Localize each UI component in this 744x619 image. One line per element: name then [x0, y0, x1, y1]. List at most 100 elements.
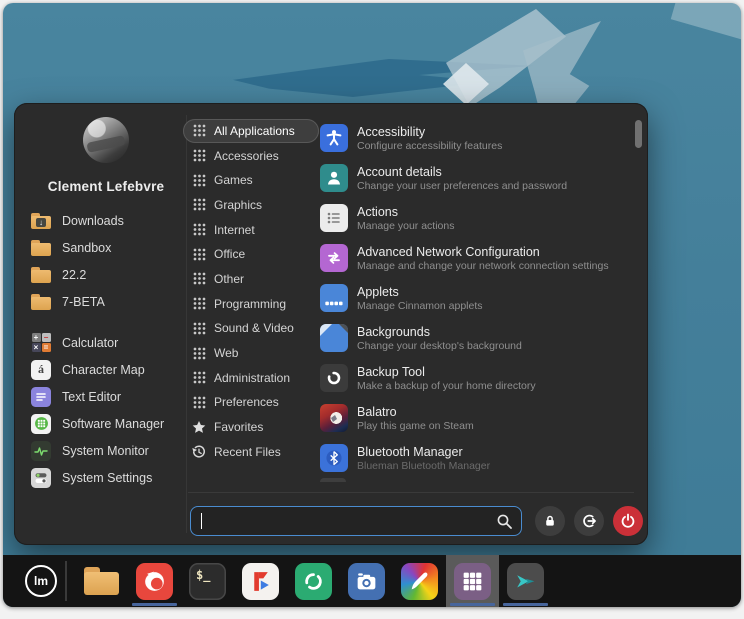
category-item[interactable]: Other	[183, 267, 319, 291]
mint-logo-icon: lm	[25, 565, 57, 597]
paint-app-button[interactable]	[393, 555, 446, 607]
category-label: Other	[214, 272, 244, 286]
desktop: Clement Lefebvre ↓ Downloads Sandbox	[3, 3, 741, 607]
application-description: Change your user preferences and passwor…	[357, 180, 567, 192]
category-item[interactable]: Web	[183, 341, 319, 365]
bluetooth-icon	[320, 444, 348, 472]
sidebar-item-label: 7-BETA	[62, 295, 105, 309]
app-grid-button[interactable]	[446, 555, 499, 607]
sidebar-place-item[interactable]: ↓ Downloads	[14, 207, 186, 234]
power-button[interactable]	[613, 506, 643, 536]
sidebar-place-item[interactable]: Sandbox	[14, 234, 186, 261]
Bluetooth Manager[interactable]: Bluetooth Manager Blueman Bluetooth Mana…	[320, 438, 644, 478]
application-name: Bluetooth Manager	[357, 445, 490, 459]
application-name: Backgrounds	[357, 325, 522, 339]
lock-button[interactable]	[535, 506, 565, 536]
sidebar-place-item[interactable]: 22.2	[14, 261, 186, 288]
account-details-icon	[320, 164, 348, 192]
app-grid-dots-icon	[192, 297, 206, 310]
Accessibility[interactable]: Accessibility Configure accessibility fe…	[320, 118, 644, 158]
category-label: Programming	[214, 297, 286, 311]
Backgrounds[interactable]: Backgrounds Change your desktop's backgr…	[320, 318, 644, 358]
power-icon	[620, 513, 636, 529]
category-item[interactable]: Preferences	[183, 391, 319, 415]
category-item[interactable]: Favorites	[183, 415, 319, 439]
search-input[interactable]	[191, 507, 521, 535]
menu-sidebar: Clement Lefebvre ↓ Downloads Sandbox	[14, 103, 186, 545]
app-grid-dots-icon	[192, 124, 206, 137]
Applets[interactable]: Applets Manage Cinnamon applets	[320, 278, 644, 318]
category-label: Graphics	[214, 198, 262, 212]
app-grid-dots-icon	[192, 198, 206, 211]
sync-app-button[interactable]	[287, 555, 340, 607]
share-app-button[interactable]	[499, 555, 552, 607]
backup-tool-icon	[320, 364, 348, 392]
menu-button[interactable]: lm	[19, 555, 63, 607]
terminal-button[interactable]: $_	[181, 555, 234, 607]
category-label: Preferences	[214, 395, 279, 409]
sidebar-item-label: Downloads	[62, 214, 124, 228]
software-manager-icon	[30, 413, 52, 435]
application-name: Backup Tool	[357, 365, 536, 379]
screenshot-button[interactable]	[340, 555, 393, 607]
category-item[interactable]: Programming	[183, 292, 319, 316]
folder-icon	[30, 237, 52, 259]
application-description: Play this game on Steam	[357, 420, 474, 432]
files-button[interactable]	[75, 555, 128, 607]
category-item[interactable]: Games	[183, 168, 319, 192]
category-label: Games	[214, 173, 253, 187]
sidebar-places: ↓ Downloads Sandbox 22.2	[14, 207, 186, 315]
panel-separator	[65, 561, 67, 601]
category-item[interactable]: Internet	[183, 218, 319, 242]
files-icon	[84, 567, 119, 595]
screenshot-icon	[348, 563, 385, 600]
category-item[interactable]: Accessories	[183, 144, 319, 168]
logout-button[interactable]	[574, 506, 604, 536]
Advanced Network Configuration[interactable]: Advanced Network Configuration Manage an…	[320, 238, 644, 278]
search-box[interactable]	[190, 506, 522, 536]
session-buttons	[535, 506, 643, 536]
sidebar-app-item[interactable]: á Character Map	[14, 356, 186, 383]
avatar[interactable]	[83, 117, 129, 163]
application-name: Actions	[357, 205, 454, 219]
cinnamon-menu: Clement Lefebvre ↓ Downloads Sandbox	[14, 103, 648, 545]
paint-app-icon	[401, 563, 438, 600]
firefox-button[interactable]	[128, 555, 181, 607]
sidebar-app-item[interactable]: System Settings	[14, 464, 186, 491]
network-configuration-icon	[320, 244, 348, 272]
category-item[interactable]: Office	[183, 242, 319, 266]
category-item[interactable]: Graphics	[183, 193, 319, 217]
category-item[interactable]: Administration	[183, 366, 319, 390]
magnifier-icon	[496, 513, 513, 535]
text-editor-icon	[30, 386, 52, 408]
sidebar-app-item[interactable]: System Monitor	[14, 437, 186, 464]
application-description: Manage and change your network connectio…	[357, 260, 609, 272]
f-app-button[interactable]	[234, 555, 287, 607]
terminal-icon: $_	[189, 563, 226, 600]
sidebar-app-item[interactable]: Text Editor	[14, 383, 186, 410]
Balatro[interactable]: Balatro Play this game on Steam	[320, 398, 644, 438]
sidebar-item-label: Sandbox	[62, 241, 111, 255]
category-label: Office	[214, 247, 245, 261]
category-item[interactable]: All Applications	[183, 119, 319, 143]
scrollbar-thumb[interactable]	[635, 120, 642, 148]
category-item[interactable]: Sound & Video	[183, 317, 319, 341]
accessibility-icon	[320, 124, 348, 152]
star-icon	[192, 421, 206, 434]
sidebar-app-item[interactable]: Software Manager	[14, 410, 186, 437]
sidebar-place-item[interactable]: 7-BETA	[14, 288, 186, 315]
applets-icon	[320, 284, 348, 312]
sidebar-app-item[interactable]: +−×= Calculator	[14, 329, 186, 356]
sync-app-icon	[295, 563, 332, 600]
sidebar-item-label: System Monitor	[62, 444, 149, 458]
application-description: Blueman Bluetooth Manager	[357, 460, 490, 472]
Account details[interactable]: Account details Change your user prefere…	[320, 158, 644, 198]
category-item[interactable]: Recent Files	[183, 440, 319, 464]
app-grid-dots-icon	[192, 322, 206, 335]
application-description: Change your desktop's background	[357, 340, 522, 352]
sidebar-item-label: Calculator	[62, 336, 118, 350]
character-map-icon: á	[30, 359, 52, 381]
search-row	[190, 506, 643, 536]
Backup Tool[interactable]: Backup Tool Make a backup of your home d…	[320, 358, 644, 398]
Actions[interactable]: Actions Manage your actions	[320, 198, 644, 238]
